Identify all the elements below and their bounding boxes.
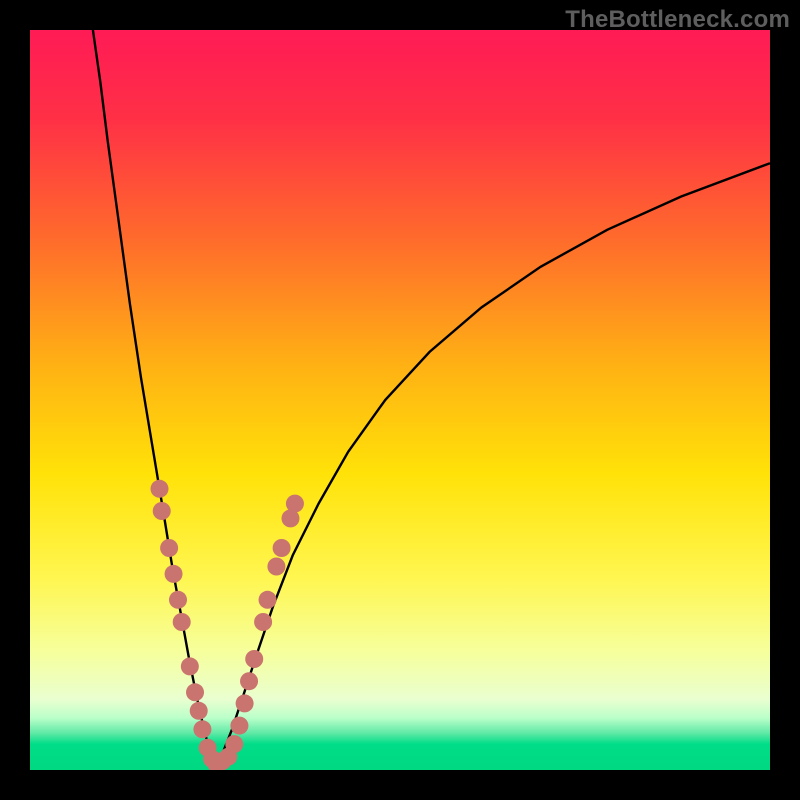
scatter-dot	[259, 591, 277, 609]
scatter-dot	[181, 657, 199, 675]
scatter-dot	[186, 683, 204, 701]
scatter-dot	[193, 720, 211, 738]
scatter-group	[151, 480, 304, 770]
scatter-dot	[165, 565, 183, 583]
chart-frame	[30, 30, 770, 770]
scatter-dot	[245, 650, 263, 668]
scatter-dot	[160, 539, 178, 557]
scatter-dot	[267, 558, 285, 576]
scatter-dot	[190, 702, 208, 720]
scatter-dot	[240, 672, 258, 690]
scatter-dot	[151, 480, 169, 498]
scatter-dot	[225, 735, 243, 753]
scatter-dot	[286, 495, 304, 513]
curve-right-branch	[215, 163, 770, 768]
scatter-dot	[236, 694, 254, 712]
scatter-dot	[153, 502, 171, 520]
scatter-dot	[273, 539, 291, 557]
curve-left-branch	[93, 30, 215, 768]
scatter-dot	[173, 613, 191, 631]
scatter-dot	[254, 613, 272, 631]
scatter-dot	[169, 591, 187, 609]
chart-svg	[30, 30, 770, 770]
scatter-dot	[230, 717, 248, 735]
